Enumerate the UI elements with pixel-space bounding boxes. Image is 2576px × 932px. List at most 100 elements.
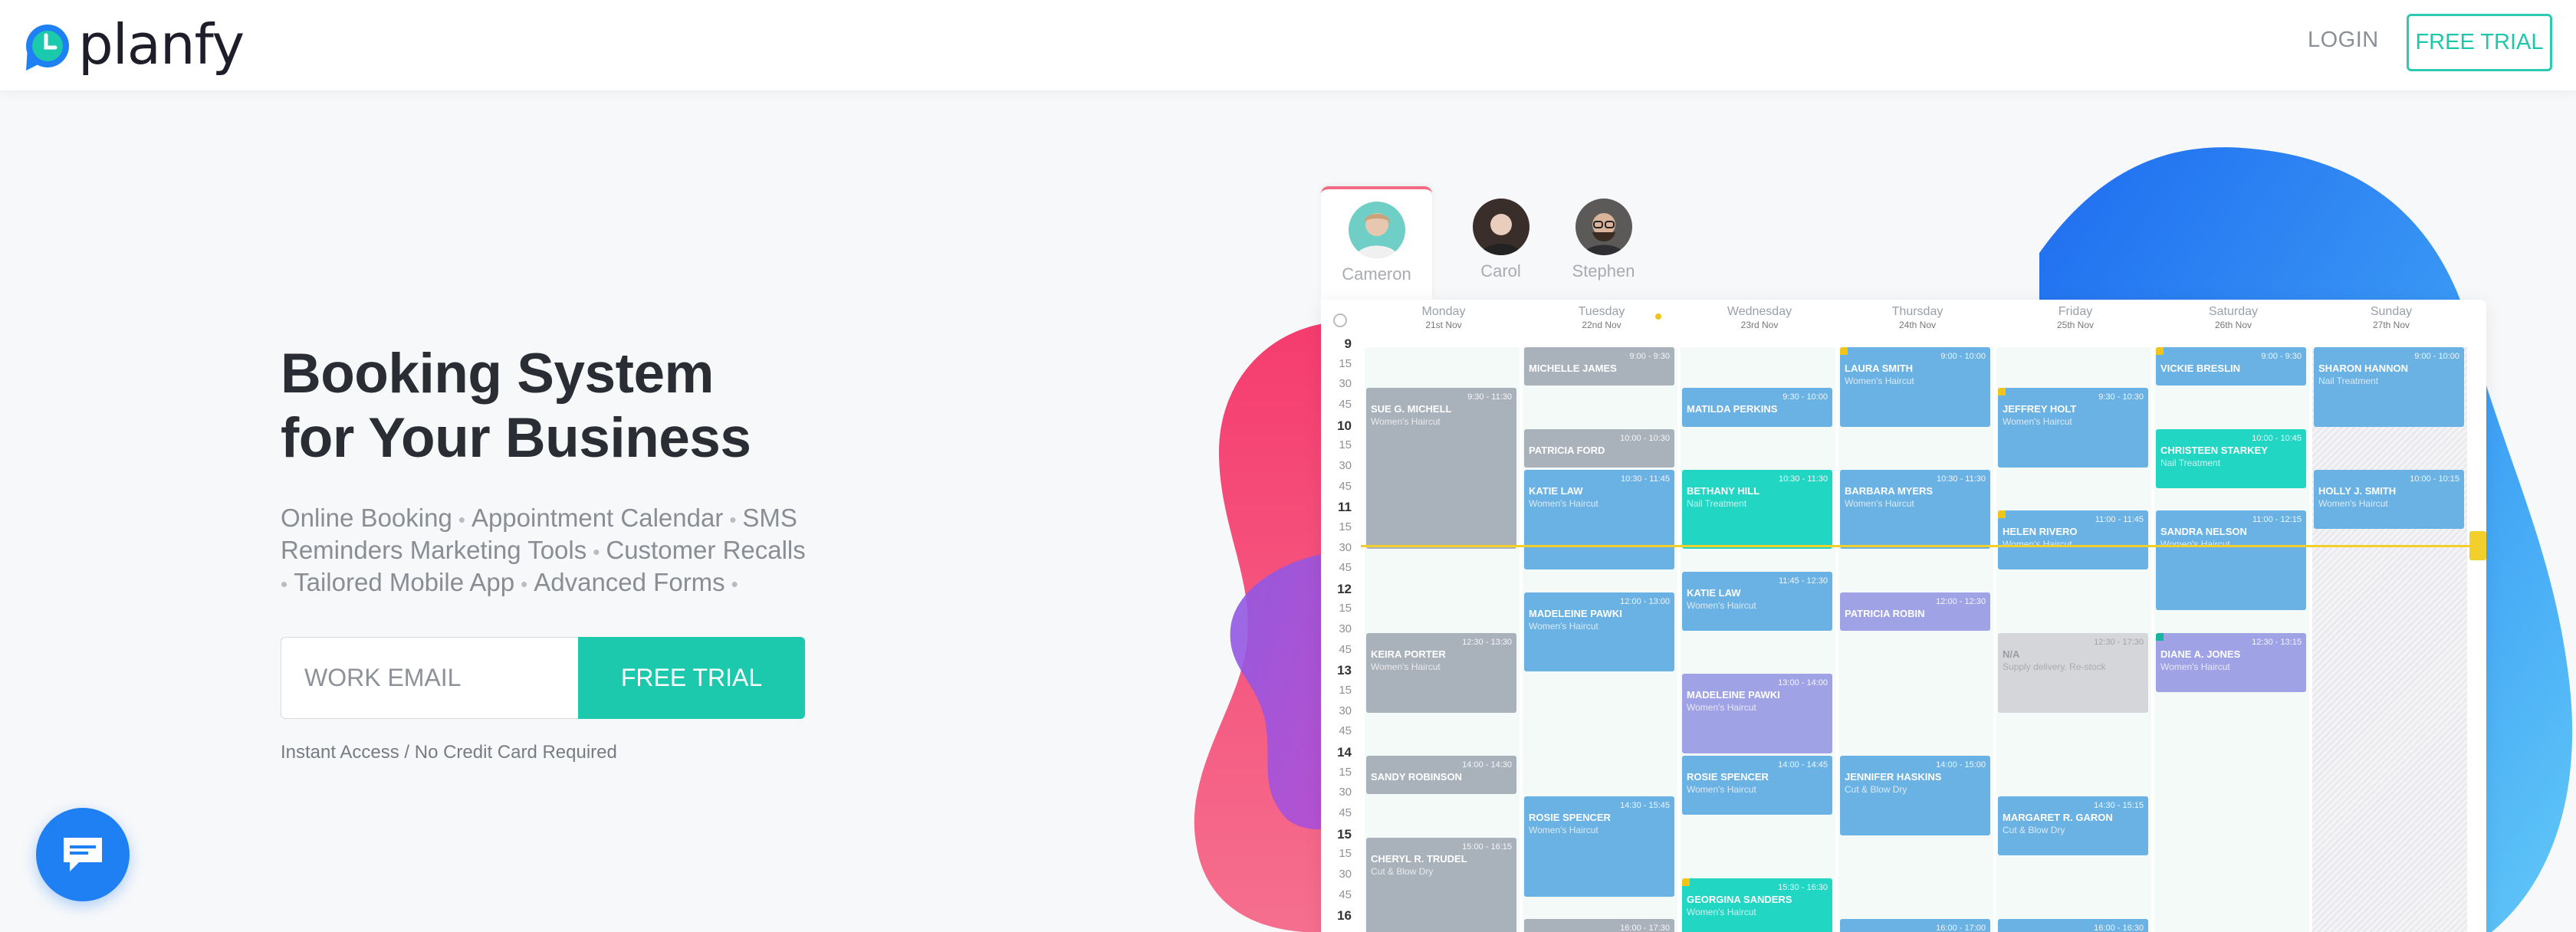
- appointment-time: 9:30 - 10:30: [2098, 392, 2144, 402]
- appointment-time: 15:30 - 16:30: [1778, 882, 1828, 892]
- appointment-service: Women's Haircut: [1845, 497, 1914, 509]
- time-label: 15: [1339, 847, 1352, 861]
- appointment-service: Women's Haircut: [1687, 906, 1756, 917]
- appointment-card[interactable]: 10:30 - 11:30 BARBARA MYERS Women's Haircu…: [1840, 469, 1990, 550]
- appointment-card[interactable]: 9:30 - 10:00 MATILDA PERKINS: [1682, 388, 1832, 427]
- avatar: [1575, 199, 1632, 255]
- appointment-card[interactable]: 13:00 - 14:00 MADELEINE PAWKI Women's Hair…: [1682, 674, 1832, 753]
- day-header[interactable]: Monday 21st Nov: [1365, 306, 1523, 330]
- day-name: Thursday: [1891, 305, 1944, 318]
- appointment-time: 9:00 - 10:00: [2414, 352, 2459, 361]
- appointment-card[interactable]: 14:00 - 15:00 JENNIFER HASKINS Cut & Blow …: [1840, 756, 1990, 835]
- appointment-card[interactable]: 12:30 - 13:15 DIANE A. JONES Women's Hairc…: [2156, 633, 2306, 693]
- time-label: 30: [1339, 377, 1352, 391]
- appointment-client: KATIE LAW: [1529, 484, 1583, 497]
- chat-widget-button[interactable]: [36, 808, 130, 901]
- today-indicator: [1655, 313, 1661, 320]
- appointment-flag-icon: [1998, 388, 2006, 396]
- appointment-time: 9:00 - 9:30: [2261, 352, 2302, 361]
- day-date: 27th Nov: [2372, 320, 2410, 330]
- appointment-client: VICKIE BRESLIN: [2160, 363, 2241, 374]
- appointment-time: 11:00 - 11:45: [2095, 515, 2144, 525]
- calendar-preview: Cameron Carol Stephen 9 15 30 45 10 15 30 45 11 1…: [1321, 186, 2486, 932]
- appointment-time: 14:00 - 14:45: [1778, 760, 1828, 770]
- chat-bubble-icon: [64, 838, 102, 871]
- appointment-client: SHARON HANNON: [2318, 363, 2408, 374]
- appointment-card[interactable]: 9:00 - 10:00 SHARON HANNON Nail Treatment: [2314, 347, 2464, 427]
- free-trial-button-nav[interactable]: FREE TRIAL: [2407, 14, 2552, 71]
- calendar-grid: 9 15 30 45 10 15 30 45 11 15 30 45 12 15 30 45 13 15 30 45 1…: [1321, 300, 2486, 932]
- appointment-flag-icon: [1998, 510, 2006, 519]
- appointment-card[interactable]: 14:00 - 14:45 ROSIE SPENCER Women's Haircu…: [1682, 756, 1832, 815]
- appointment-card[interactable]: 16:00 - 17:30: [1524, 919, 1674, 932]
- day-header[interactable]: Thursday 24th Nov: [1838, 306, 1996, 330]
- appointment-card[interactable]: 16:00 - 17:00: [1840, 919, 1990, 932]
- appointment-card[interactable]: 10:00 - 10:30 PATRICIA FORD: [1524, 428, 1674, 468]
- appointment-card[interactable]: 16:00 - 16:30: [1998, 919, 2148, 932]
- appointment-client: MADELEINE PAWKI: [1529, 607, 1622, 619]
- login-link[interactable]: LOGIN: [2308, 28, 2379, 53]
- time-label: 45: [1339, 806, 1352, 819]
- appointment-card[interactable]: 10:30 - 11:30 BETHANY HILL Nail Treatment: [1682, 469, 1832, 550]
- appointment-time: 14:30 - 15:45: [1620, 801, 1670, 811]
- appointment-card[interactable]: 14:30 - 15:45 ROSIE SPENCER Women's Haircu…: [1524, 796, 1674, 897]
- day-date: 23rd Nov: [1740, 320, 1779, 330]
- time-label: 15: [1339, 602, 1352, 615]
- appointment-card[interactable]: 9:00 - 9:30 MICHELLE JAMES: [1524, 347, 1674, 386]
- appointment-client: ROSIE SPENCER: [1529, 812, 1611, 824]
- appointment-card[interactable]: 9:00 - 10:00 LAURA SMITH Women's Haircut: [1840, 347, 1990, 427]
- appointment-card[interactable]: 12:30 - 17:30 N/A Supply delivery. Re-stoc…: [1998, 633, 2148, 713]
- appointment-card[interactable]: 10:00 - 10:15 HOLLY J. SMITH Women's Hairc…: [2314, 469, 2464, 529]
- appointment-card[interactable]: 14:00 - 14:30 SANDY ROBINSON: [1366, 756, 1516, 795]
- appointment-time: 12:30 - 13:15: [2252, 638, 2302, 648]
- appointment-card[interactable]: 9:30 - 11:30 SUE G. MICHELL Women's Haircu…: [1366, 388, 1516, 550]
- appointment-client: HOLLY J. SMITH: [2318, 484, 2397, 497]
- appointment-card[interactable]: 10:00 - 10:45 CHRISTEEN STARKEY Nail Treat…: [2156, 428, 2306, 488]
- staff-tab-cameron[interactable]: Cameron: [1321, 186, 1432, 301]
- appointment-card[interactable]: 10:30 - 11:45 KATIE LAW Women's Haircut: [1524, 469, 1674, 570]
- appointment-time: 14:30 - 15:15: [2094, 801, 2144, 811]
- appointment-time: 9:00 - 10:00: [1940, 352, 1986, 361]
- appointment-card[interactable]: 11:45 - 12:30 KATIE LAW Women's Haircut: [1682, 572, 1832, 632]
- appointment-client: BARBARA MYERS: [1845, 484, 1934, 497]
- appointment-card[interactable]: 9:30 - 10:30 JEFFREY HOLT Women's Haircut: [1998, 388, 2148, 468]
- appointment-card[interactable]: 15:30 - 16:30 GEORGINA SANDERS Women's Hai…: [1682, 878, 1832, 932]
- time-label: 15: [1339, 438, 1352, 452]
- brand-logo[interactable]: planfy: [23, 17, 245, 72]
- staff-tab-stephen[interactable]: Stephen: [1548, 186, 1659, 301]
- appointment-time: 9:30 - 10:00: [1783, 392, 1828, 402]
- appointment-time: 12:30 - 13:30: [1462, 638, 1512, 648]
- day-header[interactable]: Friday 25th Nov: [1996, 306, 2154, 330]
- time-label: 30: [1339, 786, 1352, 799]
- appointment-client: CHERYL R. TRUDEL: [1371, 852, 1467, 865]
- time-label: 15: [1339, 684, 1352, 697]
- appointment-client: JEFFREY HOLT: [2003, 403, 2077, 415]
- appointment-card[interactable]: 12:30 - 13:30 KEIRA PORTER Women's Haircut: [1366, 633, 1516, 713]
- time-label: 11: [1338, 500, 1352, 515]
- appointment-time: 16:00 - 17:30: [1620, 924, 1670, 932]
- appointment-client: ROSIE SPENCER: [1687, 771, 1769, 783]
- appointment-card[interactable]: 9:00 - 9:30 VICKIE BRESLIN: [2156, 347, 2306, 386]
- appointment-card[interactable]: 11:00 - 12:15SANDRA NELSONWomen's Haircu…: [2156, 510, 2306, 611]
- appointment-service: Women's Haircut: [1371, 416, 1441, 428]
- appointment-card[interactable]: 12:00 - 13:00 MADELEINE PAWKI Women's Hair…: [1524, 592, 1674, 672]
- day-header[interactable]: Saturday 26th Nov: [2154, 306, 2312, 330]
- day-column[interactable]: [1838, 347, 1993, 932]
- time-label: 30: [1339, 704, 1352, 717]
- appointment-card[interactable]: 15:00 - 16:15 CHERYL R. TRUDEL Cut & Blow …: [1366, 837, 1516, 932]
- appointment-card[interactable]: 12:00 - 12:30 PATRICIA ROBIN: [1840, 592, 1990, 632]
- appointment-client: PATRICIA FORD: [1529, 444, 1605, 456]
- appointment-time: 10:30 - 11:45: [1620, 474, 1670, 484]
- day-header[interactable]: Wednesday 23rd Nov: [1681, 306, 1838, 330]
- appointment-service: Cut & Blow Dry: [2003, 825, 2065, 836]
- time-label: 45: [1339, 888, 1352, 901]
- staff-tab-carol[interactable]: Carol: [1445, 186, 1556, 301]
- appointment-card[interactable]: 14:30 - 15:15 MARGARET R. GARON Cut & Blow…: [1998, 796, 2148, 856]
- time-label: 45: [1339, 397, 1352, 411]
- appointment-service: Women's Haircut: [2003, 416, 2072, 428]
- day-header[interactable]: Sunday 27th Nov: [2312, 306, 2470, 330]
- appointment-card[interactable]: 11:00 - 11:45HELEN RIVEROWomen's Haircut: [1998, 510, 2148, 570]
- day-column[interactable]: [2312, 347, 2467, 932]
- day-column[interactable]: [1681, 347, 1835, 932]
- planfy-logo-icon: [23, 17, 71, 72]
